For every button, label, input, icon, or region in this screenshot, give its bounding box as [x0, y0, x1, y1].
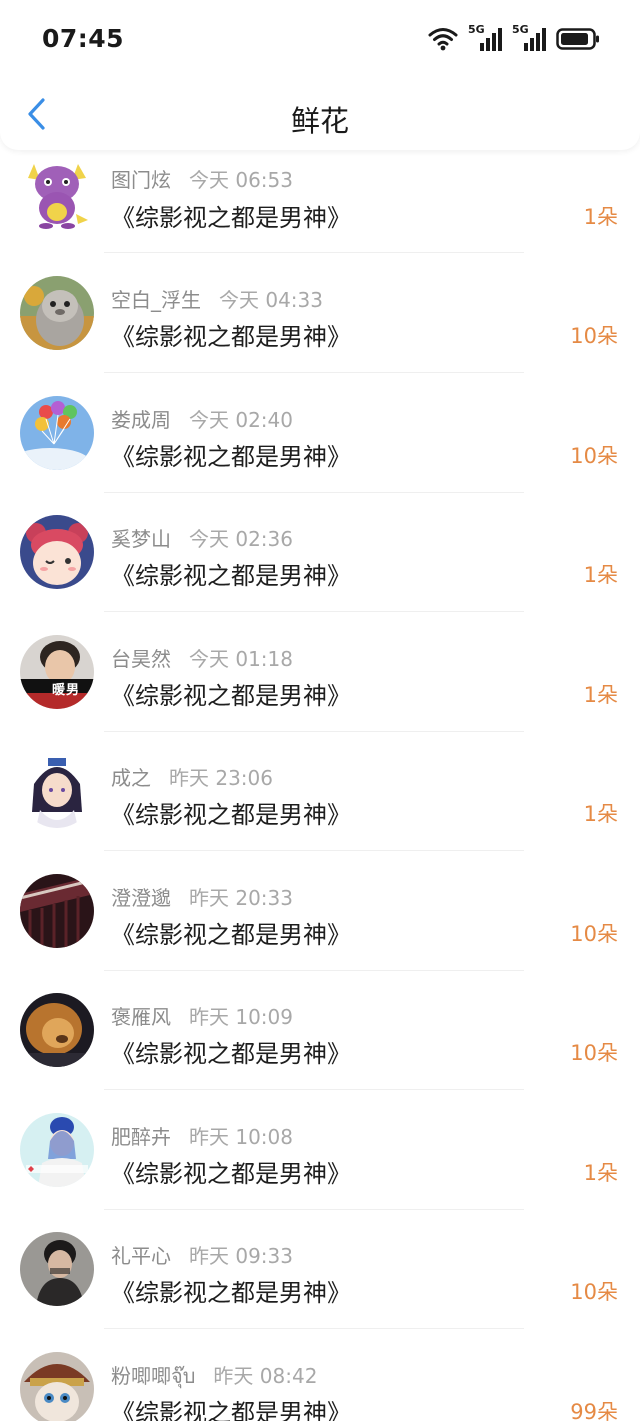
avatar[interactable]: 暖男: [20, 634, 94, 709]
user-line: 图门炫 今天 06:53: [111, 164, 293, 193]
record-time: 今天 02:36: [189, 527, 293, 551]
book-title[interactable]: 《综影视之都是男神》: [111, 795, 351, 830]
avatar[interactable]: [20, 515, 94, 589]
record-time: 今天 02:40: [189, 407, 293, 432]
flower-count: 10朵: [570, 443, 618, 468]
record-time: 昨天 20:33: [189, 885, 293, 910]
book-title[interactable]: 《综影视之都是男神》: [111, 915, 351, 950]
user-name[interactable]: 奚梦山: [111, 527, 171, 551]
avatar-caption: 暖男: [52, 682, 81, 698]
user-line: 台昊然 今天 01:18: [111, 643, 293, 672]
list-item[interactable]: 褒雁风 昨天 10:09 《综影视之都是男神》 10朵: [0, 970, 640, 1090]
user-name[interactable]: 空白_浮生: [111, 288, 201, 312]
avatar[interactable]: [20, 873, 94, 948]
list-item[interactable]: 图门炫 今天 06:53 《综影视之都是男神》 1朵: [0, 150, 640, 253]
user-line: 澄澄邈 昨天 20:33: [111, 882, 293, 911]
book-title[interactable]: 《综影视之都是男神》: [111, 556, 351, 591]
flower-count: 1朵: [583, 802, 618, 826]
record-time: 昨天 23:06: [169, 766, 273, 790]
record-time: 今天 01:18: [189, 646, 293, 671]
user-name[interactable]: 褒雁风: [111, 1005, 171, 1029]
list-item[interactable]: 澄澄邈 昨天 20:33 《综影视之都是男神》 10朵: [0, 851, 640, 971]
battery-icon: [556, 27, 600, 51]
book-title[interactable]: 《综影视之都是男神》: [111, 1034, 351, 1069]
book-title[interactable]: 《综影视之都是男神》: [111, 1273, 351, 1308]
user-name[interactable]: 成之: [111, 766, 151, 790]
user-line: 成之 昨天 23:06: [111, 762, 273, 791]
list-item[interactable]: 空白_浮生 今天 04:33 《综影视之都是男神》 10朵: [0, 253, 640, 373]
avatar[interactable]: [20, 1232, 94, 1306]
flower-count: 10朵: [570, 921, 618, 946]
record-time: 今天 06:53: [189, 168, 293, 192]
status-bar: 07:45 5G 5G: [0, 0, 640, 80]
flower-count: 1朵: [583, 1160, 618, 1185]
avatar[interactable]: [20, 1112, 94, 1187]
list-item[interactable]: 礼平心 昨天 09:33 《综影视之都是男神》 10朵: [0, 1209, 640, 1329]
status-time: 07:45: [42, 24, 125, 53]
flower-count: 1朵: [583, 682, 618, 707]
book-title[interactable]: 《综影视之都是男神》: [111, 1154, 351, 1189]
list-item[interactable]: 奚梦山 今天 02:36 《综影视之都是男神》 1朵: [0, 492, 640, 612]
user-name[interactable]: 澄澄邈: [111, 886, 171, 910]
flower-count: 10朵: [570, 324, 618, 348]
signal-5g-icon-2: 5G: [512, 23, 546, 53]
avatar[interactable]: [20, 395, 94, 470]
avatar[interactable]: [20, 993, 94, 1067]
record-time: 今天 04:33: [219, 288, 323, 312]
flower-count: 1朵: [583, 563, 618, 587]
list-item[interactable]: 肥醉卉 昨天 10:08 《综影视之都是男神》 1朵: [0, 1090, 640, 1210]
book-title[interactable]: 《综影视之都是男神》: [111, 198, 351, 233]
user-line: 娄成周 今天 02:40: [111, 404, 293, 433]
avatar[interactable]: [20, 1351, 94, 1421]
flower-count: 10朵: [570, 1041, 618, 1065]
nav-bar: 鲜花: [0, 80, 640, 150]
user-line: 褒雁风 昨天 10:09: [111, 1001, 293, 1030]
signal-5g-icon: 5G: [468, 23, 502, 53]
avatar[interactable]: [20, 276, 94, 350]
book-title[interactable]: 《综影视之都是男神》: [111, 1393, 351, 1421]
book-title[interactable]: 《综影视之都是男神》: [111, 676, 351, 711]
user-name[interactable]: 图门炫: [111, 168, 171, 192]
record-time: 昨天 09:33: [189, 1244, 293, 1268]
page-title: 鲜花: [290, 104, 349, 138]
flower-count: 10朵: [570, 1280, 618, 1304]
book-title[interactable]: 《综影视之都是男神》: [111, 437, 351, 472]
list-item[interactable]: 娄成周 今天 02:40 《综影视之都是男神》 10朵: [0, 373, 640, 493]
list-item[interactable]: 粉唧唧จุ๊บ 昨天 08:42 《综影视之都是男神》 99朵: [0, 1329, 640, 1421]
header: 07:45 5G 5G 鲜花: [0, 0, 640, 150]
record-time: 昨天 08:42: [213, 1363, 318, 1388]
list-item[interactable]: 暖男 台昊然 今天 01:18 《综影视之都是男神》 1朵: [0, 612, 640, 732]
user-name[interactable]: 肥醉卉: [111, 1125, 171, 1149]
wifi-icon: [428, 26, 458, 52]
user-name[interactable]: 粉唧唧จุ๊บ: [111, 1364, 195, 1388]
book-title[interactable]: 《综影视之都是男神》: [111, 317, 351, 352]
user-name[interactable]: 台昊然: [111, 647, 171, 671]
user-line: 礼平心 昨天 09:33: [111, 1240, 293, 1269]
user-line: 粉唧唧จุ๊บ 昨天 08:42: [111, 1360, 317, 1392]
flower-count: 99朵: [570, 1399, 618, 1421]
status-icons: 5G 5G: [428, 23, 600, 54]
record-time: 昨天 10:09: [189, 1005, 293, 1029]
avatar[interactable]: [20, 754, 94, 828]
user-line: 奚梦山 今天 02:36: [111, 523, 293, 552]
user-name[interactable]: 娄成周: [111, 408, 171, 432]
user-name[interactable]: 礼平心: [111, 1244, 171, 1268]
avatar[interactable]: [20, 156, 94, 230]
flower-count: 1朵: [583, 205, 618, 229]
user-line: 空白_浮生 今天 04:33: [111, 284, 323, 313]
user-line: 肥醉卉 昨天 10:08: [111, 1121, 293, 1150]
record-time: 昨天 10:08: [189, 1124, 293, 1149]
list-item[interactable]: 成之 昨天 23:06 《综影视之都是男神》 1朵: [0, 731, 640, 851]
